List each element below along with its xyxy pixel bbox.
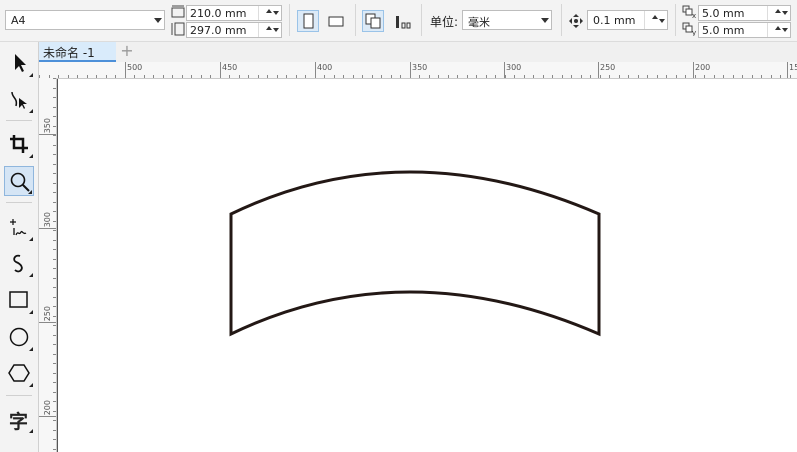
envelope-shape[interactable] (229, 170, 601, 337)
envelope-shape-layer (229, 170, 601, 337)
